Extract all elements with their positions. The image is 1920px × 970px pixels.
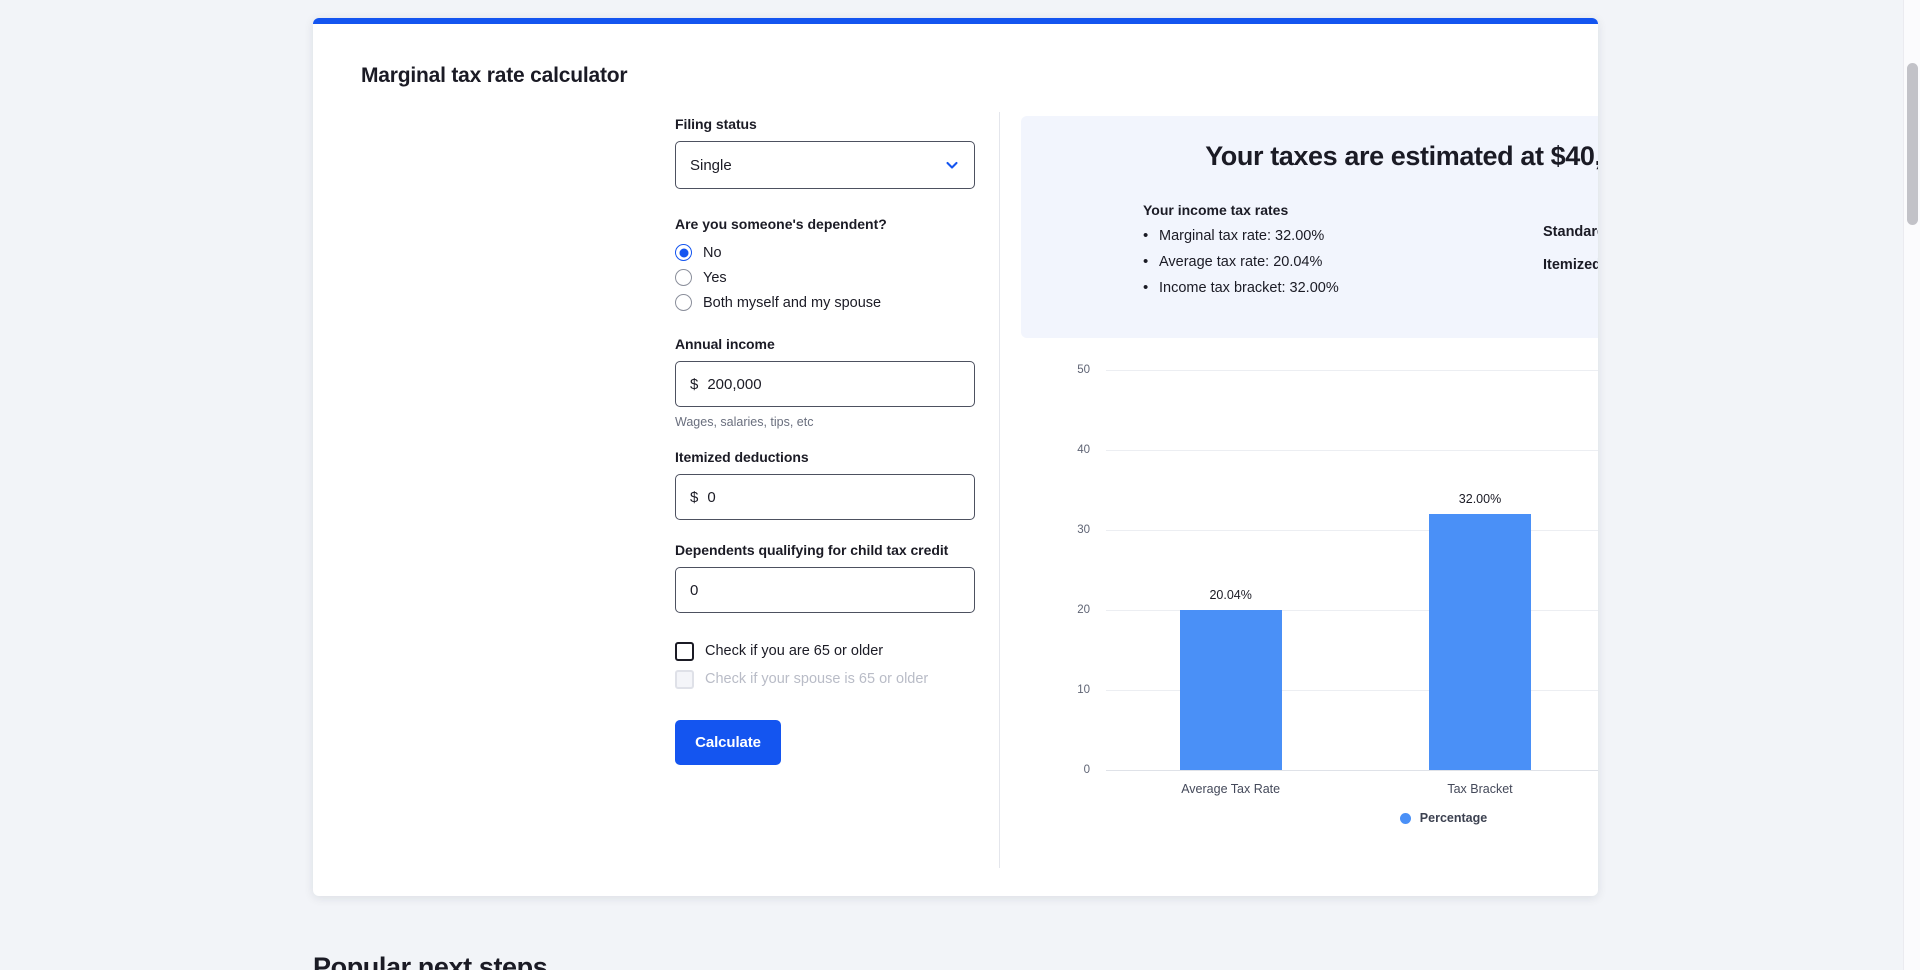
itemized-deductions-prefix: $ xyxy=(690,488,699,506)
calculate-button[interactable]: Calculate xyxy=(675,720,781,765)
annual-income-input[interactable]: $ 200,000 xyxy=(675,361,975,407)
radio-no-label: No xyxy=(703,244,722,261)
itemized-deductions-value: 0 xyxy=(707,488,716,506)
chart-gridline xyxy=(1106,450,1598,451)
chart-y-axis-tick: 20 xyxy=(1077,604,1090,616)
filing-status-label: Filing status xyxy=(675,116,757,132)
results-headline: Your taxes are estimated at $40,087.50 xyxy=(1205,141,1598,171)
checkbox-spouse-age-65-label: Check if your spouse is 65 or older xyxy=(705,671,929,687)
annual-income-label: Annual income xyxy=(675,336,775,352)
radio-both-label: Both myself and my spouse xyxy=(703,294,882,311)
chart-plot-area: 0 10 20 30 40 50 20.04% Average Tax Rate 32.00% T… xyxy=(1077,364,1598,796)
radio-option-yes[interactable]: Yes xyxy=(675,265,975,290)
radio-no-icon[interactable] xyxy=(675,244,692,261)
tax-rate-bar-chart: 0 10 20 30 40 50 20.04% Average Tax Rate 32.00% T… xyxy=(1021,356,1598,856)
dependents-child-credit-input[interactable]: 0 xyxy=(675,567,975,613)
chart-gridline xyxy=(1106,370,1598,371)
chart-bar-value-label: 20.04% xyxy=(1209,587,1252,602)
income-tax-rates-block: Your income tax rates Marginal tax rate:… xyxy=(1143,202,1543,306)
legend-color-swatch-icon xyxy=(1399,812,1411,824)
legend-label: Percentage xyxy=(1419,811,1488,825)
chart-bar-value-label: 32.00% xyxy=(1458,492,1502,506)
page-scrollbar[interactable] xyxy=(1903,0,1920,970)
calculator-form: Filing status Single Are you someone's d… xyxy=(675,116,975,765)
radio-yes-icon[interactable] xyxy=(675,269,692,286)
chevron-down-icon xyxy=(944,157,960,173)
popular-next-steps-heading: Popular next steps xyxy=(313,952,548,970)
list-item: Marginal tax rate: 32.00% xyxy=(1143,227,1543,244)
calculator-card: Marginal tax rate calculator Filing stat… xyxy=(313,18,1598,896)
checkbox-age-65-row[interactable]: Check if you are 65 or older xyxy=(675,637,975,665)
column-divider xyxy=(999,112,1000,868)
chart-y-axis-tick: 10 xyxy=(1077,684,1090,696)
results-panel: Your taxes are estimated at $40,087.50 Y… xyxy=(1021,116,1598,338)
chart-y-axis-tick: 40 xyxy=(1077,444,1090,456)
chart-y-axis-tick: 0 xyxy=(1083,764,1090,776)
page-scrollbar-thumb[interactable] xyxy=(1907,63,1918,225)
itemized-deductions-value: Itemized deductions: $0 xyxy=(1543,257,1598,273)
income-tax-rates-list: Marginal tax rate: 32.00% Average tax ra… xyxy=(1143,227,1543,296)
annual-income-hint: Wages, salaries, tips, etc xyxy=(675,415,814,429)
checkbox-spouse-age-65-icon xyxy=(675,669,694,689)
chart-bar[interactable] xyxy=(1428,514,1532,770)
chart-y-axis-tick: 30 xyxy=(1077,524,1090,536)
radio-yes-label: Yes xyxy=(703,269,727,286)
filing-status-select[interactable]: Single xyxy=(675,141,975,189)
chart-gridline xyxy=(1106,770,1598,771)
income-tax-rates-subhead: Your income tax rates xyxy=(1143,202,1289,218)
annual-income-prefix: $ xyxy=(690,375,699,393)
radio-both-icon[interactable] xyxy=(675,294,692,311)
dependent-question-label: Are you someone's dependent? xyxy=(675,216,887,232)
dependents-child-credit-label: Dependents qualifying for child tax cred… xyxy=(675,542,949,558)
list-item: Income tax bracket: 32.00% xyxy=(1143,279,1543,296)
chart-x-axis-label: Average Tax Rate xyxy=(1181,782,1281,796)
itemized-deductions-input[interactable]: $ 0 xyxy=(675,474,975,520)
chart-y-axis-tick: 50 xyxy=(1077,364,1090,376)
card-accent-bar xyxy=(313,18,1598,24)
list-item: Average tax rate: 20.04% xyxy=(1143,253,1543,270)
annual-income-value: 200,000 xyxy=(707,375,762,393)
checkbox-age-65-label: Check if you are 65 or older xyxy=(705,643,884,659)
checkbox-age-65-icon[interactable] xyxy=(675,641,694,661)
page-title: Marginal tax rate calculator xyxy=(361,64,628,87)
dependents-child-credit-value: 0 xyxy=(690,581,699,599)
chart-bar[interactable] xyxy=(1179,609,1282,770)
chart-x-axis-label: Tax Bracket xyxy=(1447,782,1513,796)
filing-status-value: Single xyxy=(690,156,732,174)
chart-legend: Percentage xyxy=(1021,811,1598,825)
itemized-deductions-label: Itemized deductions xyxy=(675,449,809,465)
radio-option-both[interactable]: Both myself and my spouse xyxy=(675,290,975,315)
standard-deduction-value: Standard deduction: $12,950 xyxy=(1543,224,1598,240)
radio-option-no[interactable]: No xyxy=(675,240,975,265)
checkbox-spouse-age-65-row: Check if your spouse is 65 or older xyxy=(675,665,975,693)
deductions-block: Standard deduction: $12,950 Itemized ded… xyxy=(1543,202,1598,306)
